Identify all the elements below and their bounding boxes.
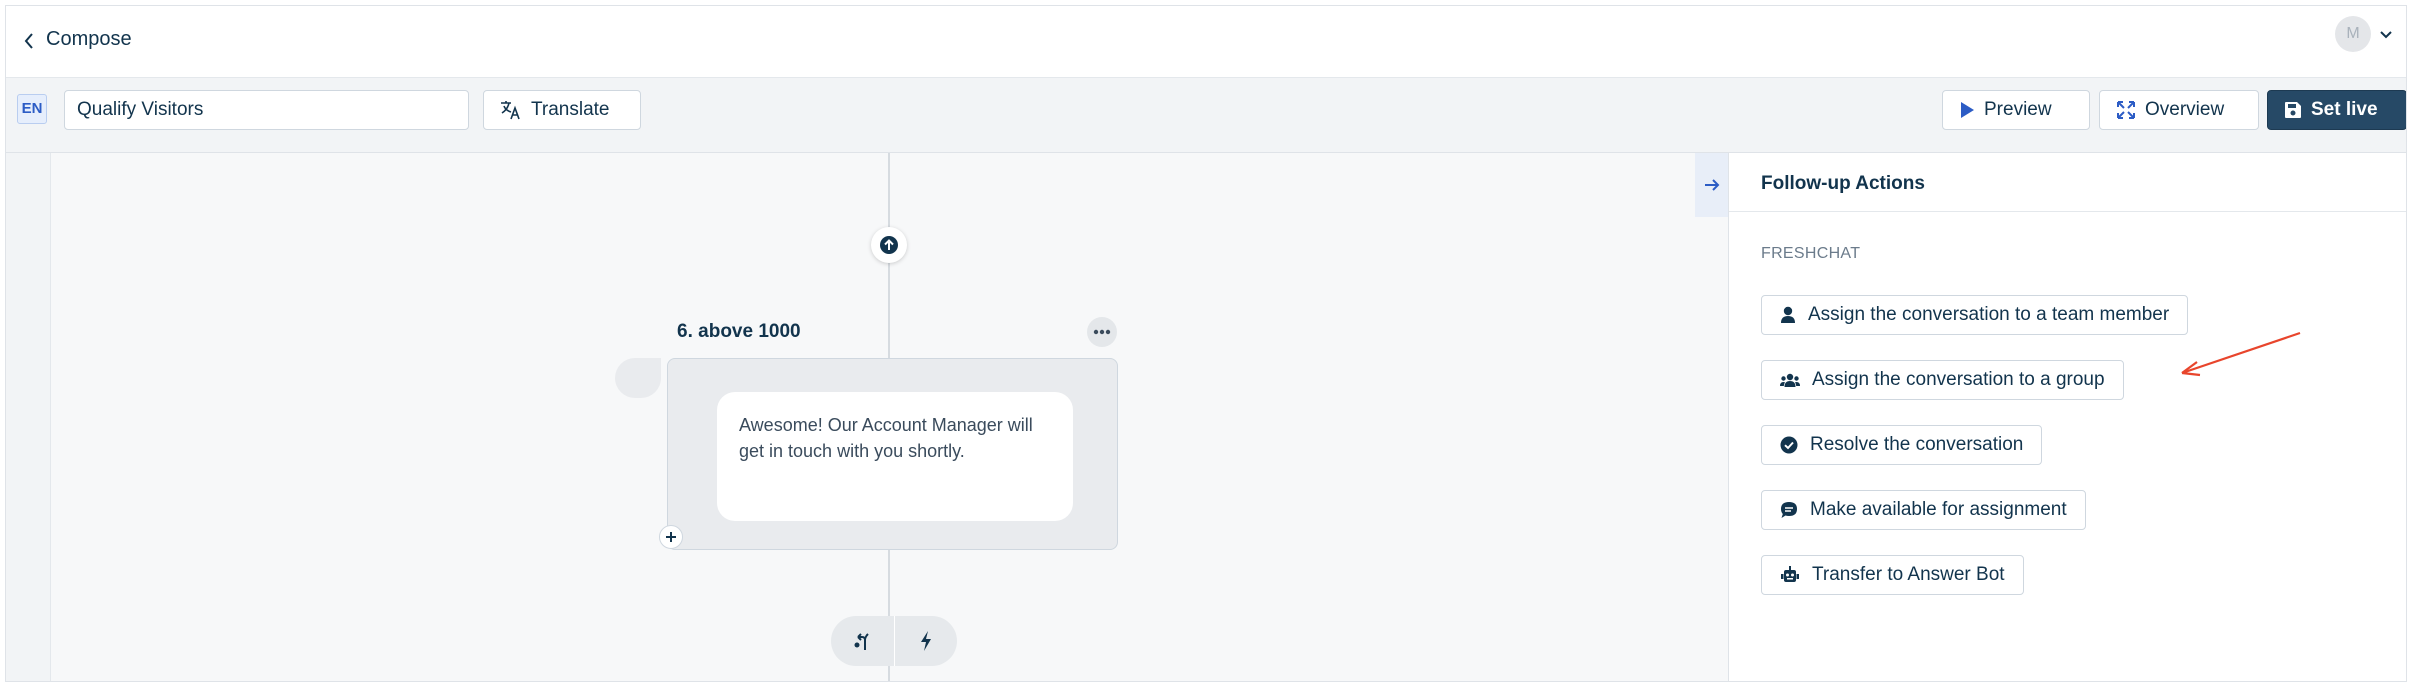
translate-icon xyxy=(501,101,520,120)
expand-icon xyxy=(2117,101,2135,119)
overview-button[interactable]: Overview xyxy=(2099,90,2259,130)
transfer-answer-bot-button[interactable]: Transfer to Answer Bot xyxy=(1761,555,2024,595)
check-circle-icon xyxy=(1780,436,1798,454)
divider xyxy=(1729,211,2406,212)
chevron-left-icon[interactable] xyxy=(18,26,42,56)
node-add-actions xyxy=(831,616,957,666)
node-title: 6. above 1000 xyxy=(677,321,801,343)
preview-label: Preview xyxy=(1984,99,2052,120)
language-badge[interactable]: EN xyxy=(17,94,47,124)
page-title: Compose xyxy=(46,28,132,50)
left-rail xyxy=(6,153,51,681)
action-label: Assign the conversation to a group xyxy=(1812,369,2105,390)
plus-icon xyxy=(666,532,676,542)
group-icon xyxy=(1780,373,1800,387)
set-live-button[interactable]: Set live xyxy=(2267,90,2406,130)
action-label: Transfer to Answer Bot xyxy=(1812,564,2005,585)
app-frame: Compose M EN Translate Preview Overview xyxy=(5,5,2407,682)
action-label: Resolve the conversation xyxy=(1810,434,2024,455)
move-up-button[interactable] xyxy=(871,227,907,263)
add-branch-button[interactable] xyxy=(831,616,894,666)
resolve-conversation-button[interactable]: Resolve the conversation xyxy=(1761,425,2043,465)
more-horizontal-icon xyxy=(1093,329,1111,335)
lightning-icon xyxy=(920,631,931,651)
translate-label: Translate xyxy=(531,99,610,120)
assign-team-member-button[interactable]: Assign the conversation to a team member xyxy=(1761,295,2189,335)
translate-button[interactable]: Translate xyxy=(483,90,641,130)
flow-canvas[interactable]: 6. above 1000 Awesome! Our Account Manag… xyxy=(6,153,1728,681)
follow-up-actions-panel: Follow-up Actions FRESHCHAT Assign the c… xyxy=(1728,153,2406,681)
node-name: above 1000 xyxy=(698,321,801,342)
make-available-button[interactable]: Make available for assignment xyxy=(1761,490,2086,530)
assign-group-button[interactable]: Assign the conversation to a group xyxy=(1761,360,2124,400)
chat-bubble-icon xyxy=(1781,502,1797,518)
arrow-up-circle-icon xyxy=(880,236,898,254)
add-action-button[interactable] xyxy=(894,616,957,666)
branch-icon xyxy=(854,633,869,650)
annotation-arrow-icon xyxy=(2181,331,2301,377)
save-icon xyxy=(2285,102,2301,118)
arrow-right-icon xyxy=(1704,179,1719,191)
panel-title: Follow-up Actions xyxy=(1761,173,1925,194)
overview-label: Overview xyxy=(2145,99,2225,120)
node-more-button[interactable] xyxy=(1087,317,1117,347)
bot-message[interactable]: Awesome! Our Account Manager will get in… xyxy=(717,392,1073,521)
editor-toolbar: EN Translate Preview Overview Set xyxy=(6,78,2406,153)
add-step-button[interactable] xyxy=(659,525,683,549)
section-label: FRESHCHAT xyxy=(1761,245,1861,262)
chevron-down-icon[interactable] xyxy=(2378,26,2394,42)
collapse-panel-button[interactable] xyxy=(1695,153,1728,217)
top-bar: Compose M xyxy=(6,6,2406,78)
preview-button[interactable]: Preview xyxy=(1942,90,2090,130)
action-label: Make available for assignment xyxy=(1810,499,2067,520)
set-live-label: Set live xyxy=(2311,99,2378,120)
action-label: Assign the conversation to a team member xyxy=(1808,304,2170,325)
person-icon xyxy=(1781,306,1795,323)
avatar[interactable]: M xyxy=(2335,16,2371,52)
robot-icon xyxy=(1781,566,1799,582)
flow-name-input[interactable] xyxy=(64,90,469,130)
node-number: 6. xyxy=(677,321,693,342)
play-icon xyxy=(1961,102,1974,118)
bot-avatar-stub xyxy=(615,358,661,398)
